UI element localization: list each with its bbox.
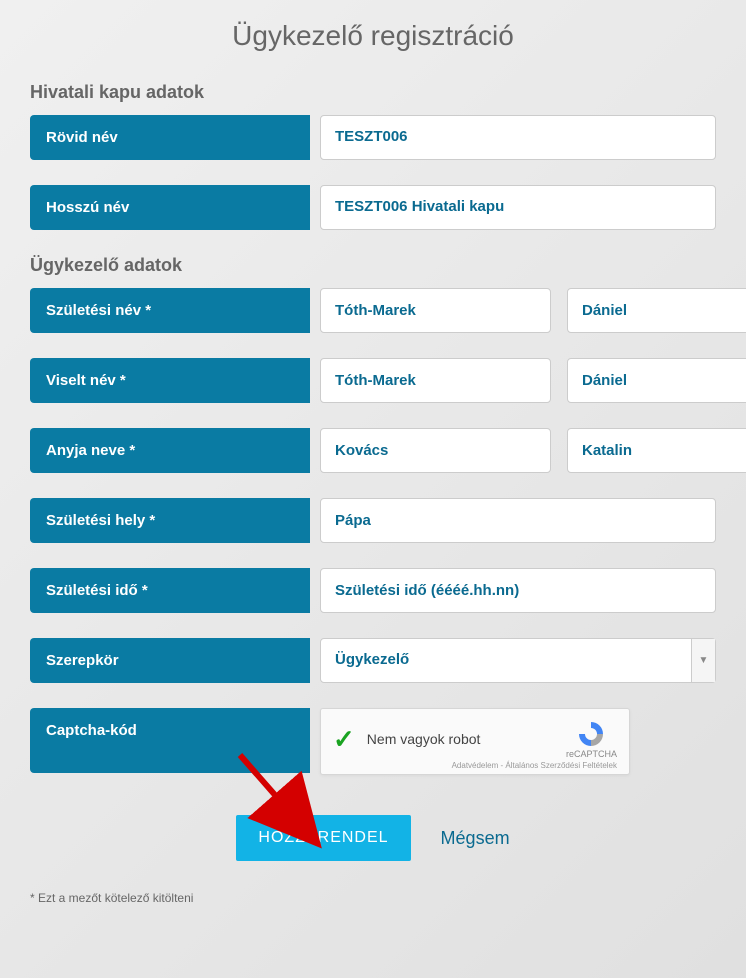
- row-viselt-nev: Viselt név *: [30, 358, 716, 403]
- label-hosszu-nev: Hosszú név: [30, 185, 310, 230]
- input-szuletesi-nev-first[interactable]: [567, 288, 746, 333]
- chevron-down-icon: ▼: [691, 639, 715, 682]
- label-szuletesi-ido: Születési idő *: [30, 568, 310, 613]
- label-szuletesi-hely: Születési hely *: [30, 498, 310, 543]
- recaptcha-icon: [576, 719, 606, 749]
- recaptcha-widget[interactable]: ✓ Nem vagyok robot reCAPTCHA Adatvédelem…: [320, 708, 630, 775]
- value-hosszu-nev: TESZT006 Hivatali kapu: [320, 185, 716, 230]
- page-title: Ügykezelő regisztráció: [30, 20, 716, 52]
- submit-button[interactable]: HOZZÁRENDEL: [236, 815, 410, 861]
- checkmark-icon: ✓: [333, 726, 355, 752]
- recaptcha-brand: reCAPTCHA: [566, 749, 617, 759]
- captcha-text: Nem vagyok robot: [367, 731, 554, 747]
- row-szuletesi-ido: Születési idő *: [30, 568, 716, 613]
- select-szerepkor-value: Ügykezelő: [321, 639, 691, 682]
- label-rovid-nev: Rövid név: [30, 115, 310, 160]
- captcha-footer: Adatvédelem - Általános Szerződési Felté…: [333, 761, 617, 770]
- row-szuletesi-hely: Születési hely *: [30, 498, 716, 543]
- section-ugykezelo-heading: Ügykezelő adatok: [30, 255, 716, 276]
- label-viselt-nev: Viselt név *: [30, 358, 310, 403]
- input-szuletesi-hely[interactable]: [320, 498, 716, 543]
- row-szerepkor: Szerepkör Ügykezelő ▼: [30, 638, 716, 683]
- input-anyja-neve-last[interactable]: [320, 428, 551, 473]
- input-szuletesi-nev-last[interactable]: [320, 288, 551, 333]
- row-hosszu-nev: Hosszú név TESZT006 Hivatali kapu: [30, 185, 716, 230]
- required-footnote: * Ezt a mezőt kötelező kitölteni: [30, 891, 716, 905]
- row-anyja-neve: Anyja neve *: [30, 428, 716, 473]
- row-szuletesi-nev: Születési név *: [30, 288, 716, 333]
- label-szuletesi-nev: Születési név *: [30, 288, 310, 333]
- button-row: HOZZÁRENDEL Mégsem: [30, 815, 716, 861]
- row-captcha: Captcha-kód ✓ Nem vagyok robot reCAPTCHA…: [30, 708, 716, 775]
- value-rovid-nev: TESZT006: [320, 115, 716, 160]
- cancel-button[interactable]: Mégsem: [441, 828, 510, 849]
- input-viselt-nev-last[interactable]: [320, 358, 551, 403]
- input-szuletesi-ido[interactable]: [320, 568, 716, 613]
- recaptcha-logo: reCAPTCHA: [566, 719, 617, 759]
- label-anyja-neve: Anyja neve *: [30, 428, 310, 473]
- select-szerepkor[interactable]: Ügykezelő ▼: [320, 638, 716, 683]
- label-captcha: Captcha-kód: [30, 708, 310, 773]
- label-szerepkor: Szerepkör: [30, 638, 310, 683]
- row-rovid-nev: Rövid név TESZT006: [30, 115, 716, 160]
- section-hivatali-heading: Hivatali kapu adatok: [30, 82, 716, 103]
- input-anyja-neve-first[interactable]: [567, 428, 746, 473]
- input-viselt-nev-first[interactable]: [567, 358, 746, 403]
